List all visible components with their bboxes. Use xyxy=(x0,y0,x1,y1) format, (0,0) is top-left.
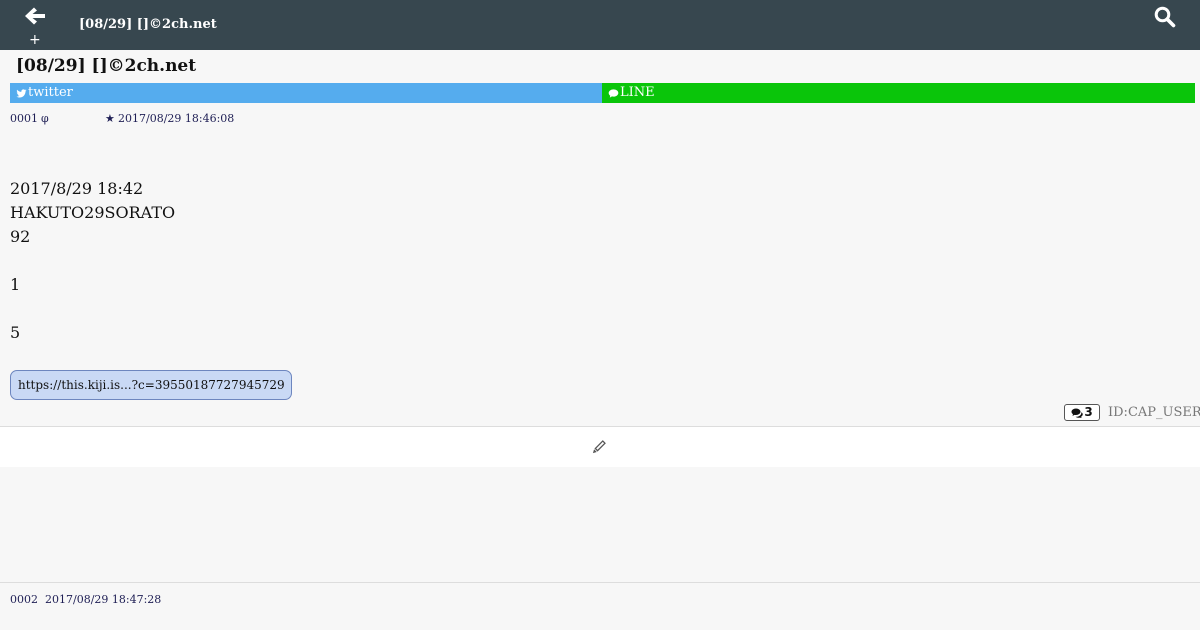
twitter-bird-icon xyxy=(16,88,27,98)
poster-id: ID:CAP_USER xyxy=(1108,405,1200,420)
pencil-icon xyxy=(592,440,606,454)
share-line-label: LINE xyxy=(620,85,655,100)
speech-bubble-icon xyxy=(608,88,619,98)
source-link[interactable]: https://this.kiji.is...?c=39550187727945… xyxy=(10,370,292,400)
comments-icon xyxy=(1071,408,1084,418)
search-button[interactable] xyxy=(1153,5,1177,29)
divider xyxy=(0,582,1200,583)
post-timestamp: 2017/08/29 18:47:28 xyxy=(45,593,162,606)
post-body-line: 92 xyxy=(10,227,31,246)
post-body-line xyxy=(10,297,175,321)
arrow-left-icon xyxy=(25,7,45,25)
post-author-name: φ xyxy=(41,112,49,125)
header-title: [08/29] []©2ch.net xyxy=(79,17,217,32)
post-timestamp: 2017/08/29 18:46:08 xyxy=(118,112,235,125)
share-twitter-button[interactable]: twitter xyxy=(10,83,602,103)
back-button[interactable] xyxy=(22,4,48,28)
post-star-icon: ★ xyxy=(105,112,115,125)
post-body-line: HAKUTO29SORATO xyxy=(10,203,176,222)
post-body-line: 5 xyxy=(10,323,21,342)
post-body-line: 2017/8/29 18:42 xyxy=(10,179,144,198)
post-number[interactable]: 0002 xyxy=(10,593,38,607)
post-number[interactable]: 0001 xyxy=(10,112,38,126)
post-body-line xyxy=(10,249,175,273)
thread-title: [08/29] []©2ch.net xyxy=(16,56,197,76)
post-body: 2017/8/29 18:42 HAKUTO29SORATO 92 1 5 xyxy=(10,177,175,345)
reply-count: 3 xyxy=(1084,405,1093,419)
write-reply-button[interactable] xyxy=(592,439,607,454)
new-tab-plus[interactable]: + xyxy=(29,32,41,48)
reply-count-button[interactable]: 3 xyxy=(1064,404,1100,421)
search-icon xyxy=(1154,6,1176,28)
share-twitter-label: twitter xyxy=(28,85,73,100)
write-bar xyxy=(0,427,1200,467)
post-body-line: 1 xyxy=(10,275,21,294)
top-app-bar: + [08/29] []©2ch.net xyxy=(0,0,1200,50)
share-line-button[interactable]: LINE xyxy=(602,83,1195,103)
